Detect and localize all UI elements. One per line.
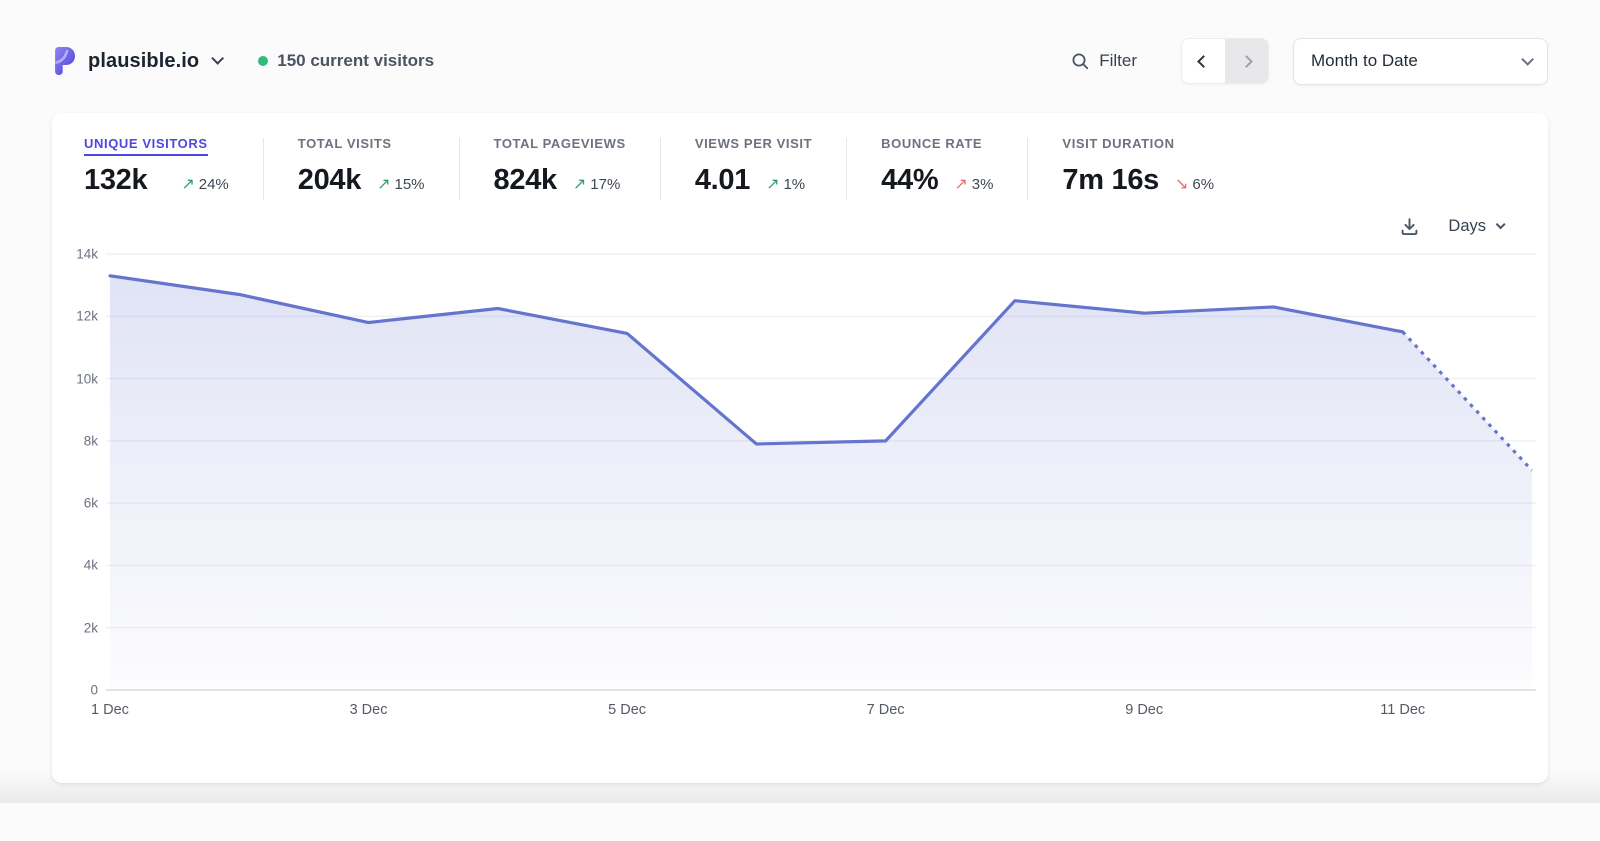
x-tick-label: 9 Dec — [1125, 702, 1163, 718]
stat-label: TOTAL VISITS — [298, 136, 392, 156]
trend-arrow-icon: ↗ — [573, 174, 586, 194]
y-tick-label: 0 — [90, 683, 98, 698]
site-name[interactable]: plausible.io — [88, 50, 199, 73]
stat-change-value: 1% — [783, 176, 805, 193]
stat-total-pageviews[interactable]: TOTAL PAGEVIEWS 824k ↗17% — [460, 135, 660, 197]
stat-change-value: 3% — [972, 176, 994, 193]
stat-label: UNIQUE VISITORS — [84, 136, 208, 156]
period-pager — [1181, 38, 1269, 84]
trend-arrow-icon: ↗ — [766, 174, 779, 194]
stat-unique-visitors[interactable]: UNIQUE VISITORS 132k ↗ 24% — [84, 135, 263, 197]
y-tick-label: 12k — [76, 309, 98, 324]
stat-label: BOUNCE RATE — [881, 136, 982, 156]
stat-bounce-rate[interactable]: BOUNCE RATE 44% ↗ 3% — [847, 135, 1027, 197]
stat-total-visits[interactable]: TOTAL VISITS 204k ↗ 15% — [264, 135, 459, 197]
live-dot-icon — [258, 56, 268, 66]
stat-change-value: 15% — [395, 176, 425, 193]
stats-row: UNIQUE VISITORS 132k ↗ 24% TOTAL VISITS 2… — [52, 113, 1548, 200]
stat-change-value: 6% — [1192, 176, 1214, 193]
y-axis: 02k4k6k8k10k12k14k — [62, 248, 106, 692]
y-tick-label: 14k — [76, 246, 98, 261]
x-axis: 1 Dec3 Dec5 Dec7 Dec9 Dec11 Dec — [106, 692, 1536, 728]
trend-arrow-icon: ↘ — [1175, 174, 1188, 194]
current-visitors-label: 150 current visitors — [277, 51, 434, 71]
interval-value: Days — [1448, 217, 1486, 236]
date-range-select[interactable]: Month to Date — [1293, 38, 1548, 85]
filter-label: Filter — [1099, 51, 1137, 71]
y-tick-label: 2k — [84, 620, 98, 635]
trend-arrow-icon: ↗ — [377, 174, 390, 194]
trend-arrow-icon: ↗ — [181, 174, 194, 194]
filter-button[interactable]: Filter — [1071, 51, 1137, 71]
stat-views-per-visit[interactable]: VIEWS PER VISIT 4.01 ↗1% — [661, 135, 846, 197]
chart-controls: Days — [52, 200, 1548, 240]
interval-chevron-down-icon — [1496, 219, 1506, 229]
x-tick-label: 5 Dec — [608, 702, 646, 718]
x-tick-label: 1 Dec — [91, 702, 129, 718]
y-tick-label: 6k — [84, 496, 98, 511]
stat-change-value: 17% — [590, 176, 620, 193]
trend-arrow-icon: ↗ — [954, 174, 967, 194]
date-range-value: Month to Date — [1311, 51, 1418, 71]
stat-value: 824k — [494, 164, 557, 197]
stat-visit-duration[interactable]: VISIT DURATION 7m 16s ↘6% — [1028, 135, 1248, 197]
previous-period-button[interactable] — [1182, 39, 1225, 83]
stat-label: VIEWS PER VISIT — [695, 136, 812, 156]
y-tick-label: 4k — [84, 558, 98, 573]
stat-label: TOTAL PAGEVIEWS — [494, 136, 626, 156]
stat-value: 4.01 — [695, 164, 750, 197]
interval-select[interactable]: Days — [1448, 217, 1502, 236]
site-chevron-down-icon[interactable] — [211, 52, 220, 70]
download-icon — [1399, 216, 1420, 237]
stat-value: 204k — [298, 164, 361, 197]
plausible-logo-icon — [52, 46, 79, 76]
stat-change-value: 24% — [199, 176, 229, 193]
plot-area[interactable] — [106, 248, 1536, 692]
visitors-chart-svg — [106, 248, 1536, 692]
search-icon — [1071, 52, 1090, 71]
export-button[interactable] — [1399, 216, 1420, 237]
dashboard-card: UNIQUE VISITORS 132k ↗ 24% TOTAL VISITS 2… — [52, 113, 1548, 783]
top-bar: plausible.io 150 current visitors Filter… — [52, 38, 1548, 84]
date-range-chevron-down-icon — [1521, 53, 1534, 66]
stat-value: 7m 16s — [1062, 164, 1159, 197]
x-tick-label: 3 Dec — [350, 702, 388, 718]
y-tick-label: 8k — [84, 433, 98, 448]
visitors-chart: 0 2k 4k 6k 8k 10k 12k 14k 1 Dec 3 Dec 5 Dec 7 Dec 9… — [52, 240, 1548, 728]
x-tick-label: 11 Dec — [1380, 702, 1425, 718]
stat-label: VISIT DURATION — [1062, 136, 1174, 156]
stat-value: 44% — [881, 164, 938, 197]
current-visitors[interactable]: 150 current visitors — [258, 51, 434, 71]
stat-value: 132k — [84, 164, 147, 197]
x-tick-label: 7 Dec — [867, 702, 905, 718]
y-tick-label: 10k — [76, 371, 98, 386]
next-period-button[interactable] — [1225, 39, 1268, 83]
